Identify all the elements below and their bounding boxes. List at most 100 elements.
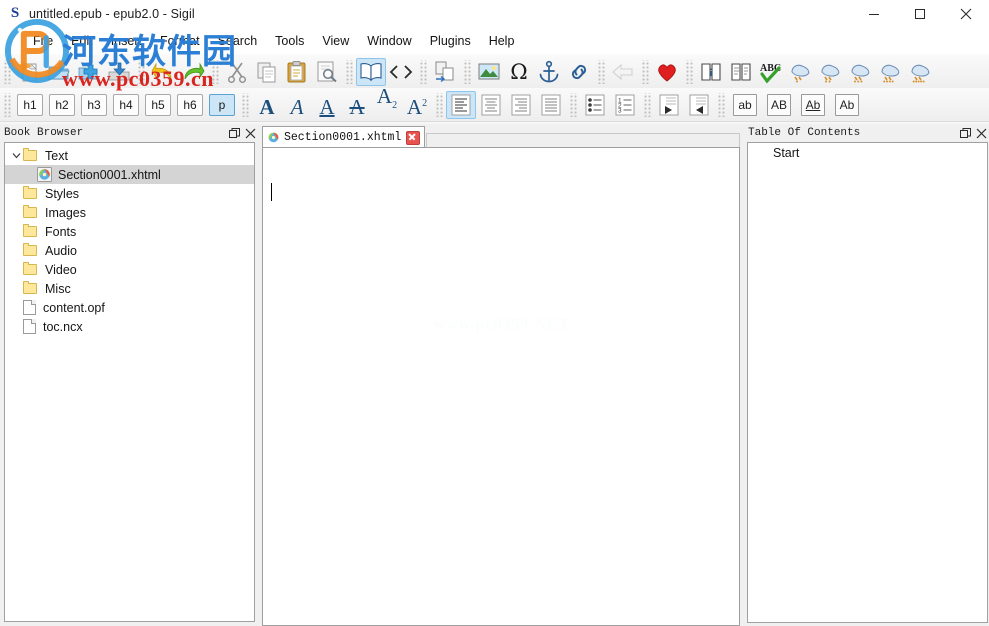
tree-item-section0001[interactable]: Section0001.xhtml bbox=[5, 165, 254, 184]
insert-id-anchor-icon[interactable] bbox=[534, 58, 564, 86]
minimize-icon[interactable] bbox=[851, 0, 897, 28]
align-justify-icon[interactable] bbox=[536, 91, 566, 119]
paragraph-p-button[interactable]: p bbox=[209, 94, 235, 116]
underline-icon[interactable]: A bbox=[312, 91, 342, 119]
format-toolbar-grip-5[interactable] bbox=[643, 93, 651, 117]
well-formed-check-1-icon[interactable] bbox=[786, 58, 816, 86]
toc-entry-start[interactable]: Start bbox=[748, 143, 987, 162]
spellcheck-icon[interactable]: ABC bbox=[756, 58, 786, 86]
menu-edit[interactable]: Edit bbox=[62, 31, 102, 51]
menu-help[interactable]: Help bbox=[480, 31, 524, 51]
format-toolbar-grip-2[interactable] bbox=[241, 93, 249, 117]
redo-icon[interactable] bbox=[178, 58, 208, 86]
bold-icon[interactable]: A bbox=[252, 91, 282, 119]
tree-item-toc-ncx[interactable]: toc.ncx bbox=[5, 317, 254, 336]
heading-h4-button[interactable]: h4 bbox=[113, 94, 139, 116]
generate-toc-icon[interactable] bbox=[726, 58, 756, 86]
menu-view[interactable]: View bbox=[313, 31, 358, 51]
insert-link-icon[interactable] bbox=[564, 58, 594, 86]
toolbar-grip-6[interactable] bbox=[463, 60, 471, 84]
chevron-down-icon[interactable] bbox=[9, 149, 23, 163]
capitalize-button[interactable]: Ab bbox=[835, 94, 859, 116]
menu-format[interactable]: Format bbox=[151, 31, 209, 51]
menu-window[interactable]: Window bbox=[358, 31, 420, 51]
insert-image-icon[interactable] bbox=[474, 58, 504, 86]
book-view-editor[interactable]: www.pc0359.NET bbox=[262, 147, 740, 626]
format-toolbar-grip-6[interactable] bbox=[717, 93, 725, 117]
align-right-icon[interactable] bbox=[506, 91, 536, 119]
tab-close-icon[interactable] bbox=[406, 131, 420, 145]
menu-insert[interactable]: Insert bbox=[102, 31, 151, 51]
find-replace-icon[interactable] bbox=[312, 58, 342, 86]
close-icon[interactable] bbox=[242, 125, 258, 141]
toolbar-grip-4[interactable] bbox=[345, 60, 353, 84]
undock-icon[interactable] bbox=[226, 125, 242, 141]
menu-file[interactable]: File bbox=[24, 31, 62, 51]
maximize-icon[interactable] bbox=[897, 0, 943, 28]
tab-section0001[interactable]: Section0001.xhtml bbox=[262, 126, 425, 148]
subscript-icon[interactable]: A2 bbox=[372, 91, 402, 119]
superscript-icon[interactable]: A2 bbox=[402, 91, 432, 119]
toolbar-grip-7[interactable] bbox=[597, 60, 605, 84]
toolbar-grip-3[interactable] bbox=[211, 60, 219, 84]
save-icon[interactable] bbox=[104, 58, 134, 86]
open-folder-icon[interactable] bbox=[44, 58, 74, 86]
toolbar-grip-2[interactable] bbox=[137, 60, 145, 84]
tree-item-styles[interactable]: Styles bbox=[5, 184, 254, 203]
undo-icon[interactable] bbox=[148, 58, 178, 86]
close-icon[interactable] bbox=[943, 0, 989, 28]
heading-h2-button[interactable]: h2 bbox=[49, 94, 75, 116]
new-file-icon[interactable] bbox=[14, 58, 44, 86]
italic-icon[interactable]: A bbox=[282, 91, 312, 119]
format-toolbar-grip[interactable] bbox=[3, 93, 11, 117]
numbered-list-icon[interactable]: 1 2 3 bbox=[610, 91, 640, 119]
tree-spacer bbox=[9, 206, 23, 220]
add-existing-files-icon[interactable] bbox=[74, 58, 104, 86]
cut-icon[interactable] bbox=[222, 58, 252, 86]
well-formed-check-2-icon[interactable] bbox=[816, 58, 846, 86]
tree-item-misc[interactable]: Misc bbox=[5, 279, 254, 298]
format-toolbar-grip-4[interactable] bbox=[569, 93, 577, 117]
paste-icon[interactable] bbox=[282, 58, 312, 86]
menu-search[interactable]: Search bbox=[209, 31, 267, 51]
toolbar-grip-8[interactable] bbox=[641, 60, 649, 84]
heading-h5-button[interactable]: h5 bbox=[145, 94, 171, 116]
align-center-icon[interactable] bbox=[476, 91, 506, 119]
book-view-icon[interactable] bbox=[356, 58, 386, 86]
back-arrow-icon[interactable] bbox=[608, 58, 638, 86]
heading-h6-button[interactable]: h6 bbox=[177, 94, 203, 116]
heading-h3-button[interactable]: h3 bbox=[81, 94, 107, 116]
code-view-icon[interactable] bbox=[386, 58, 416, 86]
well-formed-check-3-icon[interactable] bbox=[846, 58, 876, 86]
decrease-indent-icon[interactable] bbox=[654, 91, 684, 119]
undock-icon[interactable] bbox=[957, 125, 973, 141]
menu-tools[interactable]: Tools bbox=[266, 31, 313, 51]
metadata-editor-icon[interactable]: i bbox=[696, 58, 726, 86]
insert-special-character-icon[interactable]: Ω bbox=[504, 58, 534, 86]
format-toolbar-grip-3[interactable] bbox=[435, 93, 443, 117]
tree-item-images[interactable]: Images bbox=[5, 203, 254, 222]
toolbar-grip-9[interactable] bbox=[685, 60, 693, 84]
tree-item-video[interactable]: Video bbox=[5, 260, 254, 279]
split-at-cursor-icon[interactable] bbox=[430, 58, 460, 86]
lowercase-button[interactable]: ab bbox=[733, 94, 757, 116]
menu-plugins[interactable]: Plugins bbox=[421, 31, 480, 51]
tree-item-text[interactable]: Text bbox=[5, 146, 254, 165]
toolbar-grip[interactable] bbox=[3, 60, 11, 84]
well-formed-check-4-icon[interactable] bbox=[876, 58, 906, 86]
titlecase-button[interactable]: Ab bbox=[801, 94, 825, 116]
bullet-list-icon[interactable] bbox=[580, 91, 610, 119]
copy-icon[interactable] bbox=[252, 58, 282, 86]
tree-item-fonts[interactable]: Fonts bbox=[5, 222, 254, 241]
increase-indent-icon[interactable] bbox=[684, 91, 714, 119]
toolbar-grip-5[interactable] bbox=[419, 60, 427, 84]
tree-item-audio[interactable]: Audio bbox=[5, 241, 254, 260]
add-to-index-heart-icon[interactable] bbox=[652, 58, 682, 86]
uppercase-button[interactable]: AB bbox=[767, 94, 791, 116]
tree-item-content-opf[interactable]: content.opf bbox=[5, 298, 254, 317]
close-icon[interactable] bbox=[973, 125, 989, 141]
strikethrough-icon[interactable]: A bbox=[342, 91, 372, 119]
align-left-icon[interactable] bbox=[446, 91, 476, 119]
well-formed-check-5-icon[interactable] bbox=[906, 58, 936, 86]
heading-h1-button[interactable]: h1 bbox=[17, 94, 43, 116]
